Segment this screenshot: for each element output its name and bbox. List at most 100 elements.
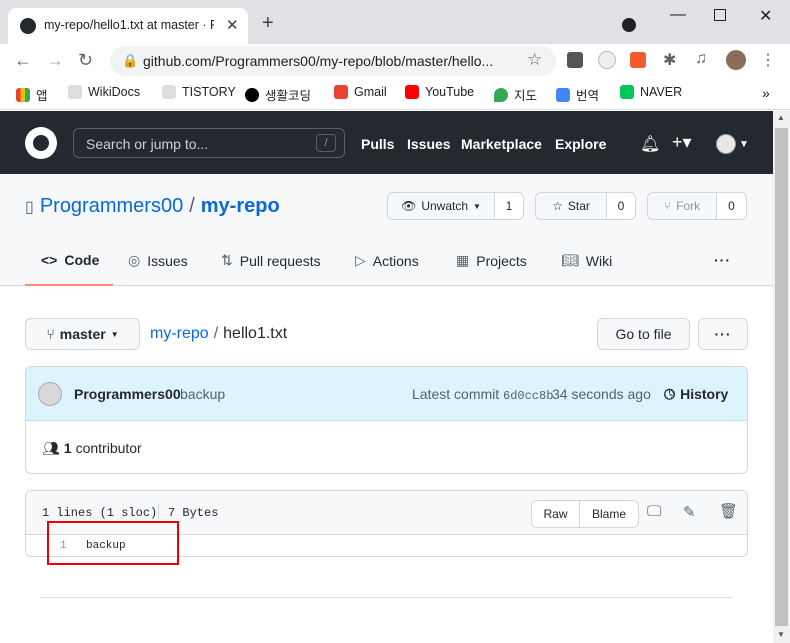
chrome-menu-icon[interactable]: ⋮ xyxy=(760,50,776,70)
breadcrumb-repo-link[interactable]: my-repo xyxy=(150,325,209,343)
github-favicon-icon xyxy=(20,18,36,34)
history-label: History xyxy=(680,386,729,402)
scroll-down-icon[interactable]: ▼ xyxy=(777,630,785,639)
forks-count[interactable]: 0 xyxy=(716,192,747,220)
bookmark-opentutorials[interactable]: 생활코딩 xyxy=(245,85,311,104)
create-new-plus-icon[interactable]: +▾ xyxy=(672,132,692,153)
bookmark-wikidocs[interactable]: WikiDocs xyxy=(68,85,140,99)
bookmark-label: Gmail xyxy=(354,85,387,99)
extension-icon[interactable] xyxy=(567,52,583,68)
nav-marketplace[interactable]: Marketplace xyxy=(461,136,542,152)
minimize-icon[interactable]: — xyxy=(670,6,686,24)
maximize-icon[interactable] xyxy=(714,9,726,21)
extension-icon[interactable] xyxy=(630,52,646,68)
issue-opened-icon: ◎ xyxy=(128,252,141,268)
chevron-down-icon: ▼ xyxy=(110,329,119,339)
nav-issues[interactable]: Issues xyxy=(407,136,451,152)
nav-explore[interactable]: Explore xyxy=(555,136,606,152)
watchers-count[interactable]: 1 xyxy=(494,192,524,220)
tabs-more-button[interactable]: ··· xyxy=(714,252,731,268)
repo-name-link[interactable]: my-repo xyxy=(201,195,280,218)
trash-icon[interactable]: 🗑︎ xyxy=(719,502,738,520)
bookmark-tistory[interactable]: TISTORY xyxy=(162,85,236,99)
commit-author-avatar[interactable] xyxy=(38,382,62,406)
people-icon: 👥︎ xyxy=(42,440,60,456)
bookmark-translate[interactable]: 번역 xyxy=(556,85,599,104)
contributors-label: contributor xyxy=(75,440,142,456)
unwatch-button[interactable]: 👁︎ Unwatch ▼ xyxy=(387,192,495,220)
branch-select-button[interactable]: ⑂ master ▼ xyxy=(25,318,140,350)
repo-title: ▯ Programmers00 / my-repo xyxy=(25,195,280,218)
git-pull-request-icon: ⇅ xyxy=(221,252,233,268)
profile-menu-icon[interactable] xyxy=(622,18,636,32)
breadcrumb-filename: hello1.txt xyxy=(223,325,288,342)
new-tab-icon[interactable]: + xyxy=(262,12,274,35)
contributors-count: 1 xyxy=(63,440,72,456)
go-to-file-button[interactable]: Go to file xyxy=(597,318,690,350)
repo-icon: ▯ xyxy=(25,198,34,216)
github-logo-icon[interactable] xyxy=(25,127,57,159)
tab-code[interactable]: <> Code xyxy=(41,252,99,268)
tab-actions[interactable]: ▷ Actions xyxy=(355,252,419,269)
repo-title-separator: / xyxy=(189,195,195,217)
user-avatar[interactable] xyxy=(716,134,736,154)
close-window-icon[interactable]: ✕ xyxy=(759,6,772,26)
bookmarks-overflow[interactable]: » xyxy=(762,85,770,101)
desktop-icon[interactable]: 🖵︎ xyxy=(647,503,661,520)
bookmark-gmail[interactable]: Gmail xyxy=(334,85,387,99)
history-link[interactable]: 🕓︎ History xyxy=(664,386,728,403)
profile-avatar-icon[interactable] xyxy=(726,50,746,70)
search-input[interactable]: Search or jump to... / xyxy=(73,128,345,158)
blame-button[interactable]: Blame xyxy=(579,500,639,528)
scrollbar-thumb[interactable] xyxy=(775,128,788,626)
bookmark-youtube[interactable]: YouTube xyxy=(405,85,474,99)
media-control-icon[interactable]: ♫ xyxy=(695,50,707,68)
bookmark-label: YouTube xyxy=(425,85,475,99)
forward-icon[interactable]: → xyxy=(46,50,64,71)
highlight-annotation-box xyxy=(47,521,179,565)
back-icon[interactable]: ← xyxy=(14,50,32,71)
bookmark-label: 앱 xyxy=(36,89,48,103)
lock-icon: 🔒 xyxy=(122,53,139,68)
tab-pull-requests[interactable]: ⇅ Pull requests xyxy=(221,252,321,269)
browser-tab[interactable]: my-repo/hello1.txt at master · P ✕ xyxy=(8,8,248,44)
commit-sha-link[interactable]: 6d0cc8b xyxy=(503,389,553,403)
nav-pulls[interactable]: Pulls xyxy=(361,136,394,152)
naver-icon xyxy=(620,85,634,99)
code-icon: <> xyxy=(41,252,58,268)
star-icon: ☆ xyxy=(552,199,563,213)
tab-title: my-repo/hello1.txt at master · P xyxy=(44,18,214,32)
bookmark-label: 번역 xyxy=(576,89,600,103)
url-text: github.com/Programmers00/my-repo/blob/ma… xyxy=(143,53,494,69)
reload-icon[interactable]: ↻ xyxy=(78,50,93,71)
bookmark-naver[interactable]: NAVER xyxy=(620,85,682,99)
tab-issues[interactable]: ◎ Issues xyxy=(128,252,188,269)
star-button[interactable]: ☆ Star xyxy=(535,192,607,220)
notifications-bell-icon[interactable]: 🔔︎ xyxy=(640,134,660,154)
commit-message-link[interactable]: backup xyxy=(180,386,225,402)
tab-label: Code xyxy=(64,252,100,268)
commit-author-link[interactable]: Programmers00 xyxy=(74,386,181,402)
repo-owner-link[interactable]: Programmers00 xyxy=(40,195,183,218)
tab-wiki[interactable]: 📖︎ Wiki xyxy=(561,252,612,269)
bookmark-label: NAVER xyxy=(640,85,683,99)
chevron-down-icon[interactable]: ▼ xyxy=(739,139,749,150)
bookmark-label: 생활코딩 xyxy=(265,89,312,103)
active-tab-underline xyxy=(25,284,113,286)
close-tab-icon[interactable]: ✕ xyxy=(226,16,239,34)
bookmark-maps[interactable]: 지도 xyxy=(494,85,537,104)
bookmark-apps[interactable]: 앱 xyxy=(16,85,48,104)
extensions-puzzle-icon[interactable]: ✱ xyxy=(663,50,676,70)
tab-projects[interactable]: ▦ Projects xyxy=(456,252,527,269)
scroll-up-icon[interactable]: ▲ xyxy=(777,113,785,122)
edit-pencil-icon[interactable]: ✎ xyxy=(683,503,696,521)
tab-label: Pull requests xyxy=(239,252,321,269)
extension-icon[interactable] xyxy=(598,51,616,69)
contributors-link[interactable]: 👥︎ 1 contributor xyxy=(42,440,142,457)
bookmark-star-icon[interactable]: ☆ xyxy=(527,50,542,70)
raw-button[interactable]: Raw xyxy=(531,500,580,528)
address-bar[interactable]: 🔒 github.com/Programmers00/my-repo/blob/… xyxy=(110,46,556,76)
file-more-button[interactable]: ··· xyxy=(698,318,748,350)
fork-button[interactable]: ⑂ Fork xyxy=(647,192,717,220)
stars-count[interactable]: 0 xyxy=(606,192,636,220)
